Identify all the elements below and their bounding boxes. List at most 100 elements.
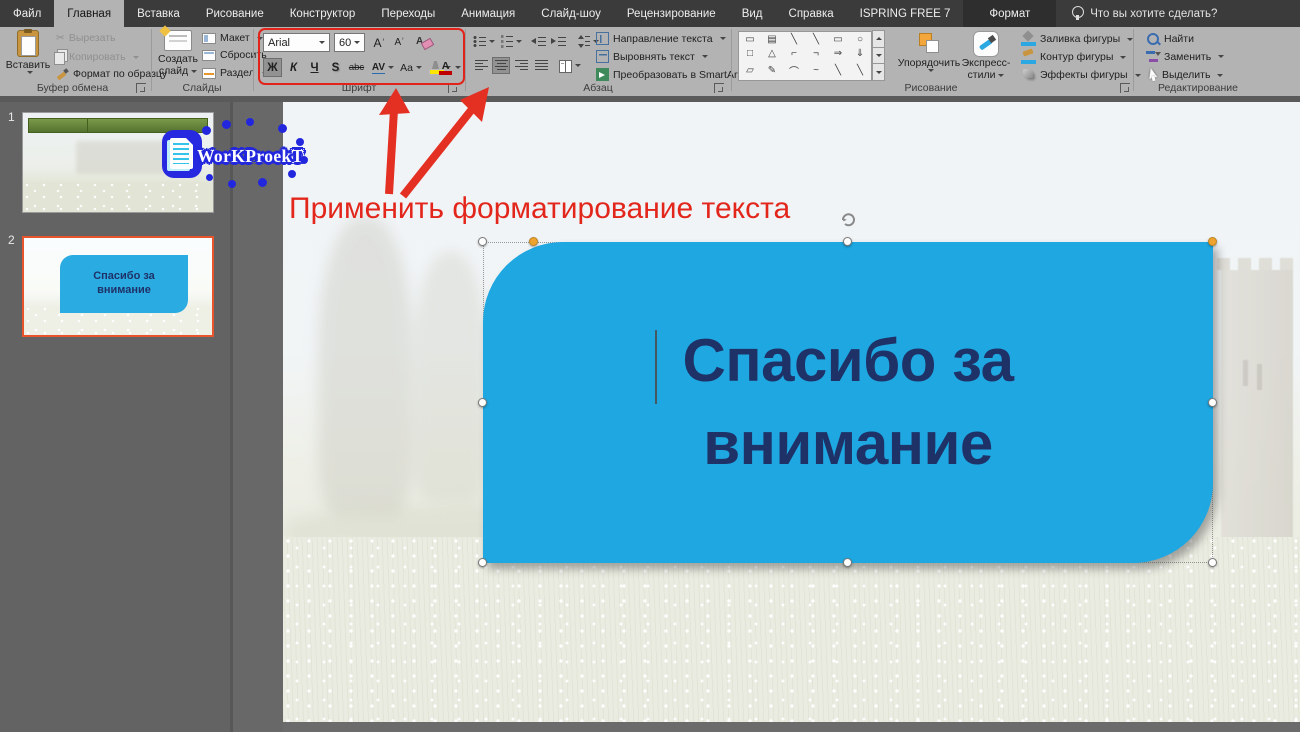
align-right-button[interactable]	[512, 57, 530, 74]
shape-cell[interactable]: □	[739, 47, 761, 62]
resize-handle-middle-left[interactable]	[478, 398, 487, 407]
paste-button[interactable]: Вставить	[6, 30, 50, 74]
shape-cell[interactable]: ~	[805, 61, 827, 80]
shape-cell[interactable]: ╲	[783, 32, 805, 47]
tab-insert[interactable]: Вставка	[124, 0, 193, 27]
select-button[interactable]: Выделить	[1146, 68, 1223, 82]
gallery-scroll-down-button[interactable]	[872, 47, 885, 65]
slide-thumbnails-panel: 1 2 Спасибо за внимание	[0, 102, 230, 732]
shape-cell[interactable]: ✎	[761, 61, 783, 80]
shape-outline-button[interactable]: Контур фигуры	[1021, 50, 1126, 64]
tab-format[interactable]: Формат	[963, 0, 1056, 27]
shape-cell[interactable]: ▭	[827, 32, 849, 47]
logo-text: WorKProekT	[197, 146, 304, 167]
paste-caret-icon	[27, 71, 33, 74]
copy-button[interactable]: Копировать	[56, 49, 139, 65]
replace-icon	[1146, 50, 1160, 63]
slide-2-thumbnail[interactable]: Спасибо за внимание	[22, 236, 214, 337]
align-center-icon	[495, 60, 508, 71]
tab-file[interactable]: Файл	[0, 0, 54, 27]
cut-button[interactable]: ✂ Вырезать	[56, 32, 116, 44]
align-center-button[interactable]	[492, 57, 510, 74]
new-slide-button[interactable]: Создать слайд	[156, 30, 200, 77]
tab-review[interactable]: Рецензирование	[614, 0, 729, 27]
resize-handle-top-left[interactable]	[478, 237, 487, 246]
replace-button[interactable]: Заменить	[1146, 50, 1224, 63]
shape-cell[interactable]: ▱	[739, 61, 761, 80]
align-right-icon	[515, 60, 528, 71]
decrease-indent-icon	[531, 36, 546, 48]
align-left-icon	[475, 60, 488, 71]
reset-button[interactable]: Сбросить	[202, 49, 267, 61]
tab-help[interactable]: Справка	[776, 0, 847, 27]
paragraph-dialog-launcher[interactable]	[714, 83, 724, 93]
text-direction-button[interactable]: Направление текста	[596, 32, 726, 45]
shape-fill-button[interactable]: Заливка фигуры	[1021, 32, 1133, 46]
bullets-button[interactable]	[472, 33, 496, 50]
align-text-label: Выровнять текст	[613, 51, 695, 63]
tab-slideshow[interactable]: Слайд-шоу	[528, 0, 614, 27]
shape-cell[interactable]: ╲	[805, 32, 827, 47]
drawing-dialog-launcher[interactable]	[1120, 83, 1130, 93]
reset-icon	[202, 50, 216, 61]
select-caret-icon	[1217, 74, 1223, 77]
numbering-button[interactable]	[499, 33, 523, 50]
bullets-icon	[473, 35, 486, 48]
quick-styles-button[interactable]: Экспресс- стили	[955, 31, 1017, 81]
increase-indent-button[interactable]	[549, 33, 567, 50]
decrease-indent-button[interactable]	[529, 33, 547, 50]
tab-ispring[interactable]: ISPRING FREE 7	[847, 0, 964, 27]
shape-cell[interactable]: ▭	[739, 32, 761, 47]
arrange-label: Упорядочить	[898, 57, 960, 69]
tab-draw[interactable]: Рисование	[193, 0, 277, 27]
align-text-button[interactable]: Выровнять текст	[596, 50, 708, 63]
gallery-scroll-up-button[interactable]	[872, 30, 885, 48]
shape-cell[interactable]: ⇓	[849, 47, 871, 62]
shape-cell[interactable]: ▤	[761, 32, 783, 47]
shape-text[interactable]: Спасибо за внимание	[613, 320, 1083, 486]
text-direction-icon	[596, 32, 609, 45]
align-left-button[interactable]	[472, 57, 490, 74]
find-button[interactable]: Найти	[1146, 32, 1194, 46]
resize-handle-top-center[interactable]	[843, 237, 852, 246]
gallery-more-button[interactable]	[872, 63, 885, 81]
quick-styles-label-2: стили	[968, 69, 1005, 81]
shape-cell[interactable]: ○	[849, 32, 871, 47]
convert-to-smartart-button[interactable]: Преобразовать в SmartArt	[596, 68, 753, 81]
section-label: Раздел	[220, 67, 255, 79]
replace-caret-icon	[1218, 55, 1224, 58]
justify-button[interactable]	[532, 57, 550, 74]
corner-radius-adjust-handle[interactable]	[529, 237, 538, 246]
shape-outline-label: Контур фигуры	[1040, 51, 1113, 63]
tab-transitions[interactable]: Переходы	[368, 0, 448, 27]
tab-design[interactable]: Конструктор	[277, 0, 369, 27]
shape-cell[interactable]: ⌒	[783, 61, 805, 80]
workproekt-logo: WorKProekT	[160, 118, 310, 193]
smartart-label: Преобразовать в SmartArt	[613, 69, 740, 81]
corner-radius-adjust-handle-right[interactable]	[1208, 237, 1217, 246]
columns-button[interactable]	[558, 57, 582, 74]
rounded-rectangle-shape[interactable]: Спасибо за внимание	[483, 242, 1213, 563]
slide-canvas[interactable]: Применить форматирование текста Спасибо …	[283, 102, 1300, 722]
copy-caret-icon	[133, 56, 139, 59]
shape-cell[interactable]: ⇒	[827, 47, 849, 62]
smartart-icon	[596, 68, 609, 81]
document-icon	[170, 138, 193, 169]
rotate-handle-icon[interactable]	[839, 210, 857, 228]
shape-cell[interactable]: ╲	[849, 61, 871, 80]
shape-cell[interactable]: ¬	[805, 47, 827, 62]
resize-handle-bottom-center[interactable]	[843, 558, 852, 567]
resize-handle-bottom-right[interactable]	[1208, 558, 1217, 567]
shape-cell[interactable]: ╲	[827, 61, 849, 80]
resize-handle-bottom-left[interactable]	[478, 558, 487, 567]
clipboard-dialog-launcher[interactable]	[136, 83, 146, 93]
resize-handle-middle-right[interactable]	[1208, 398, 1217, 407]
align-text-icon	[596, 50, 609, 63]
shape-cell[interactable]: △	[761, 47, 783, 62]
tell-me-search[interactable]: Что вы хотите сделать?	[1072, 0, 1217, 27]
tab-animations[interactable]: Анимация	[448, 0, 528, 27]
tab-home[interactable]: Главная	[54, 0, 124, 27]
shape-cell[interactable]: ⌐	[783, 47, 805, 62]
shape-effects-button[interactable]: Эффекты фигуры	[1021, 68, 1141, 82]
tab-view[interactable]: Вид	[729, 0, 776, 27]
